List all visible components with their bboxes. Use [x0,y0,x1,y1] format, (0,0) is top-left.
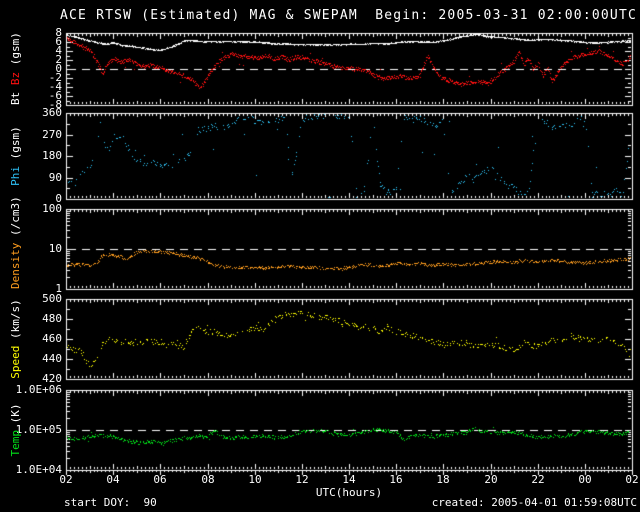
begin-label: Begin: 2005-03-31 02:00:00UTC [375,8,637,23]
y-axis-label-part: Temp [9,430,22,457]
y-axis-label-part: (/cm3) [9,196,22,243]
y-axis-label-speed: Speed (km/s) [9,299,23,379]
y-axis-label-part: Bz [9,71,22,86]
x-tick-label: 02 [625,473,639,486]
y-axis-label-part: (km/s) [9,299,22,346]
x-tick-label: 02 [59,473,73,486]
y-axis-label-part: Phi [9,165,22,186]
x-tick-label: 12 [295,473,309,486]
y-axis-label-temp: Temp (K) [9,390,23,470]
x-tick-label: 06 [153,473,167,486]
x-tick-label: 04 [106,473,120,486]
x-tick-label: 14 [342,473,356,486]
x-tick-label: 18 [436,473,450,486]
start-doy-label: start DOY: 90 [64,496,157,509]
created-label: created: 2005-04-01 01:59:08UTC [431,496,637,509]
x-tick-label: 16 [389,473,403,486]
x-tick-label: 08 [201,473,215,486]
y-axis-label-part: Bt [9,85,22,105]
ace-rtsw-plot: ACE RTSW (Estimated) MAG & SWEPAM Begin:… [0,0,640,512]
y-axis-label-part: Density [9,242,22,289]
x-tick-label: 10 [248,473,262,486]
y-axis-label-part: Speed [9,345,22,379]
y-axis-label-bt-bz: Bt Bz (gsm) [9,32,23,105]
y-axis-label-phi: Phi (gsm) [9,113,23,199]
y-axis-label-density: Density (/cm3) [9,196,23,289]
plot-canvas [0,0,640,512]
chart-title: ACE RTSW (Estimated) MAG & SWEPAM [60,8,358,23]
y-axis-label-part: (gsm) [9,126,22,166]
x-tick-label: 22 [531,473,545,486]
y-axis-label-part: (K) [9,403,22,430]
x-tick-label: 00 [578,473,592,486]
y-axis-label-part: (gsm) [9,32,22,72]
x-axis-title: UTC(hours) [315,486,383,499]
x-tick-label: 20 [484,473,498,486]
